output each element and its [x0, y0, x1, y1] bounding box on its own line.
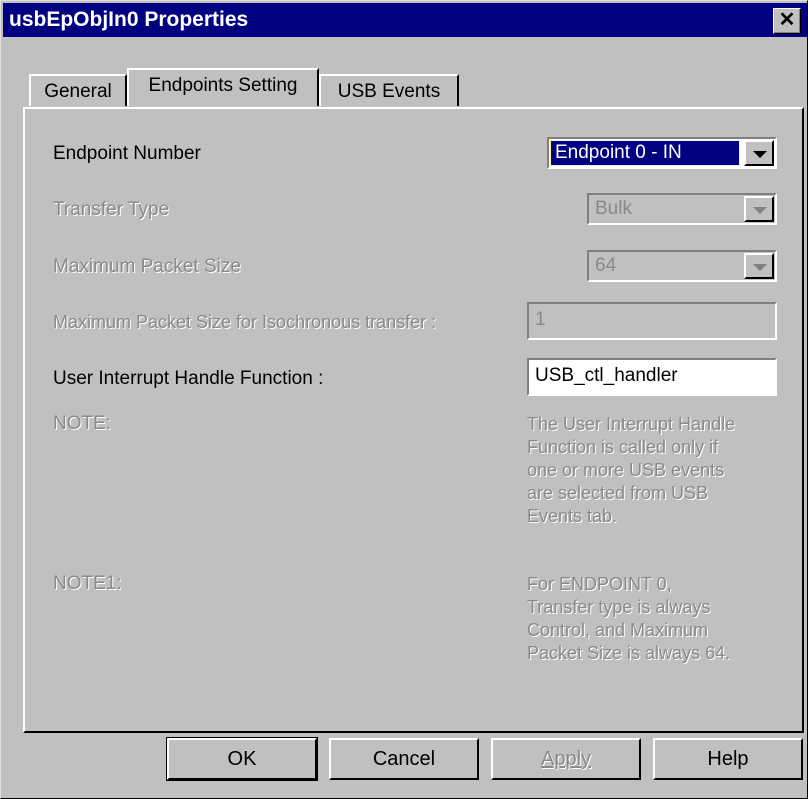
- note-label: NOTE:: [53, 413, 112, 434]
- max-packet-size-dropdown-button: [744, 253, 774, 279]
- help-button[interactable]: Help: [653, 738, 803, 780]
- window-title: usbEpObjIn0 Properties: [9, 8, 249, 31]
- note1-line: Transfer type is always: [527, 597, 711, 617]
- ok-button-label: OK: [227, 748, 257, 770]
- transfer-type-dropdown-button: [744, 196, 774, 222]
- close-icon: ✕: [778, 9, 796, 31]
- tab-endpoints-setting-label: Endpoints Setting: [148, 75, 298, 96]
- note-line: Events tab.: [527, 506, 618, 526]
- note-line: are selected from USB: [527, 483, 709, 503]
- note-line: The User Interrupt Handle: [527, 414, 736, 434]
- note-line: Function is called only if: [527, 437, 719, 457]
- endpoint-number-value: Endpoint 0 - IN: [550, 140, 740, 166]
- apply-button-label: Apply: [540, 748, 592, 770]
- tab-usb-events-label: USB Events: [337, 81, 441, 102]
- chevron-down-icon: [753, 207, 767, 214]
- note1-text: For ENDPOINT 0, Transfer type is always …: [527, 573, 730, 665]
- max-packet-size-value: 64: [595, 255, 617, 276]
- close-button[interactable]: ✕: [773, 8, 801, 34]
- endpoint-number-select[interactable]: Endpoint 0 - IN: [547, 137, 777, 169]
- tab-general-label: General: [44, 81, 112, 102]
- max-packet-iso-field: 1: [527, 302, 777, 340]
- transfer-type-value: Bulk: [595, 198, 632, 219]
- note-text: The User Interrupt Handle Function is ca…: [527, 413, 735, 528]
- max-packet-size-label: Maximum Packet Size: [53, 256, 241, 277]
- user-interrupt-label: User Interrupt Handle Function :: [53, 368, 324, 389]
- endpoint-number-dropdown-button[interactable]: [744, 140, 774, 166]
- transfer-type-select: Bulk: [587, 193, 777, 225]
- note1-label: NOTE1:: [53, 573, 122, 594]
- note1-line: For ENDPOINT 0,: [527, 574, 672, 594]
- tab-usb-events[interactable]: USB Events: [319, 74, 459, 106]
- transfer-type-label: Transfer Type: [53, 199, 170, 220]
- properties-dialog: usbEpObjIn0 Properties ✕ General Endpoin…: [0, 0, 808, 799]
- tab-endpoints-setting[interactable]: Endpoints Setting: [127, 68, 319, 106]
- note1-line: Control, and Maximum: [527, 620, 709, 640]
- max-packet-size-select: 64: [587, 250, 777, 282]
- ok-button[interactable]: OK: [166, 737, 318, 781]
- apply-button: Apply: [491, 738, 641, 780]
- cancel-button-label: Cancel: [372, 748, 436, 770]
- chevron-down-icon: [753, 151, 767, 158]
- note-line: one or more USB events: [527, 460, 725, 480]
- endpoint-number-label: Endpoint Number: [53, 143, 201, 164]
- cancel-button[interactable]: Cancel: [329, 738, 479, 780]
- chevron-down-icon: [753, 264, 767, 271]
- note1-line: Packet Size is always 64.: [527, 643, 731, 663]
- tab-general[interactable]: General: [29, 74, 127, 106]
- help-button-label: Help: [707, 748, 749, 770]
- max-packet-iso-label: Maximum Packet Size for Isochronous tran…: [53, 312, 437, 332]
- user-interrupt-field[interactable]: USB_ctl_handler: [527, 358, 777, 396]
- endpoints-setting-panel: Endpoint Number Endpoint 0 - IN Transfer…: [23, 107, 804, 733]
- title-bar[interactable]: usbEpObjIn0 Properties ✕: [3, 3, 807, 37]
